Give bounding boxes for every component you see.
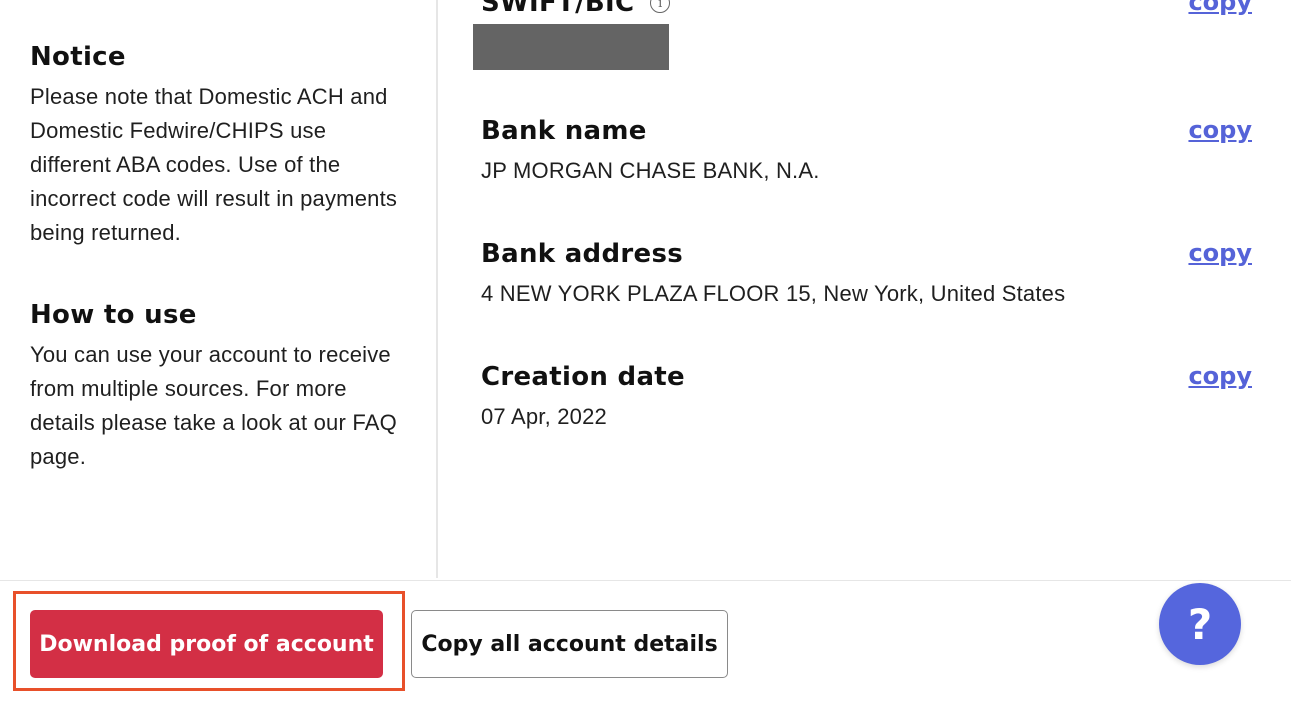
creation-date-field: Creation date 07 Apr, 2022 copy bbox=[481, 362, 1252, 430]
creation-date-value: 07 Apr, 2022 bbox=[481, 404, 607, 429]
bank-address-value: 4 NEW YORK PLAZA FLOOR 15, New York, Uni… bbox=[481, 281, 1066, 306]
download-proof-button[interactable]: Download proof of account bbox=[30, 610, 383, 678]
bank-name-label: Bank name bbox=[481, 116, 647, 146]
bank-name-value: JP MORGAN CHASE BANK, N.A. bbox=[481, 158, 820, 183]
account-details-page: Notice Please note that Domestic ACH and… bbox=[0, 0, 1291, 702]
copy-creation-date-link[interactable]: copy bbox=[1188, 362, 1252, 390]
creation-date-label: Creation date bbox=[481, 362, 685, 392]
swift-label-row: SWIFT/BIC i bbox=[481, 0, 671, 18]
footer-actions: Download proof of account Copy all accou… bbox=[0, 580, 1291, 702]
copy-swift-link[interactable]: copy bbox=[1188, 0, 1252, 16]
copy-bank-address-link[interactable]: copy bbox=[1188, 239, 1252, 267]
details-column: SWIFT/BIC i copy Bank name JP MORGAN CHA… bbox=[440, 0, 1291, 578]
how-to-use-body: You can use your account to receive from… bbox=[30, 342, 397, 469]
swift-label: SWIFT/BIC bbox=[481, 0, 635, 18]
swift-field: SWIFT/BIC i copy bbox=[473, 0, 1252, 70]
help-button[interactable]: ? bbox=[1159, 583, 1241, 665]
bank-name-field: Bank name JP MORGAN CHASE BANK, N.A. cop… bbox=[481, 116, 1252, 184]
notice-body: Please note that Domestic ACH and Domest… bbox=[30, 84, 398, 245]
bank-address-label: Bank address bbox=[481, 239, 683, 269]
notice-section: Notice Please note that Domestic ACH and… bbox=[30, 42, 410, 250]
notice-title: Notice bbox=[30, 42, 126, 72]
bank-address-field: Bank address 4 NEW YORK PLAZA FLOOR 15, … bbox=[481, 239, 1252, 307]
swift-value-redacted bbox=[473, 24, 669, 70]
copy-bank-name-link[interactable]: copy bbox=[1188, 116, 1252, 144]
copy-all-details-button[interactable]: Copy all account details bbox=[411, 610, 728, 678]
info-icon[interactable]: i bbox=[650, 0, 671, 13]
how-to-use-section: How to use You can use your account to r… bbox=[30, 300, 410, 474]
question-mark-icon: ? bbox=[1187, 599, 1213, 649]
info-column: Notice Please note that Domestic ACH and… bbox=[0, 0, 438, 578]
how-to-use-title: How to use bbox=[30, 300, 197, 330]
